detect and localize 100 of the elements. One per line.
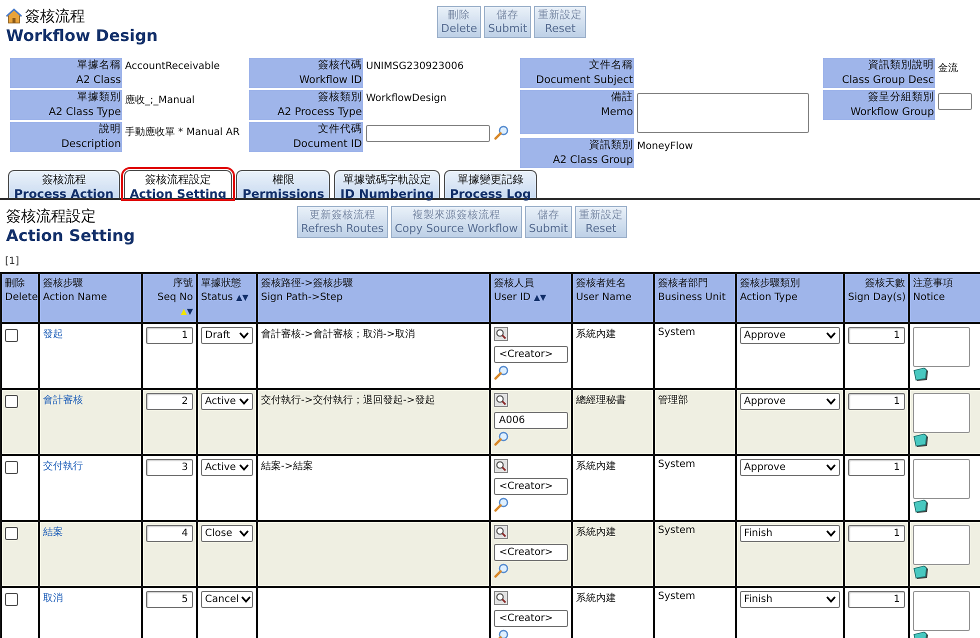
search-icon[interactable] (494, 327, 508, 341)
input-field[interactable] (366, 125, 490, 142)
seq-input[interactable]: 2 (146, 393, 193, 410)
search-icon[interactable] (494, 459, 508, 473)
column-header[interactable]: 序號 Seq No ▲▼ (142, 273, 197, 323)
search-icon[interactable] (494, 393, 508, 407)
table-cell: System (658, 459, 696, 470)
table-cell: System (658, 327, 696, 338)
field-label: 簽核代碼 Workflow ID (249, 58, 363, 88)
chevron-down-icon[interactable] (239, 332, 249, 339)
checkbox[interactable] (5, 527, 18, 540)
seq-input[interactable]: 5 (146, 591, 193, 608)
table-cell: 系統內建 (576, 461, 616, 472)
action-link[interactable]: 取消 (43, 593, 63, 604)
notice-field[interactable] (913, 459, 970, 499)
notice-field[interactable] (913, 591, 970, 631)
toolbar-button[interactable]: 儲存 Submit (524, 206, 572, 238)
checkbox[interactable] (5, 329, 18, 342)
chevron-down-icon[interactable] (240, 596, 251, 603)
status-dropdown[interactable]: Cancel (201, 591, 253, 608)
chevron-down-icon[interactable] (239, 464, 249, 471)
book-icon[interactable] (913, 367, 929, 382)
field-label: 資訊類別 A2 Class Group (520, 138, 634, 168)
action-type-dropdown[interactable]: Finish (740, 591, 840, 608)
column-header: 簽核步驟類別 Action Type (736, 273, 844, 323)
input-field[interactable] (938, 93, 972, 110)
page-link[interactable]: [1] (0, 256, 980, 272)
tab[interactable]: 簽核流程設定 Action Setting (124, 170, 232, 198)
seq-input[interactable]: 1 (146, 327, 193, 344)
book-icon[interactable] (913, 565, 929, 580)
home-icon[interactable] (6, 8, 22, 24)
status-dropdown[interactable]: Close (201, 525, 253, 542)
tab[interactable]: 簽核流程 Process Action (8, 170, 120, 198)
page-title: Workflow Design (6, 26, 159, 46)
chevron-down-icon[interactable] (826, 596, 836, 603)
status-dropdown[interactable]: Active (201, 459, 253, 476)
user-id-field[interactable]: <Creator> (494, 544, 568, 561)
toolbar-button[interactable]: 複製來源簽核流程 Copy Source Workflow (390, 206, 522, 238)
field-label: 備註 Memo (520, 90, 634, 134)
checkbox[interactable] (5, 461, 18, 474)
table-cell: 系統內建 (576, 593, 616, 604)
toolbar-button[interactable]: 刪除 Delete (437, 6, 482, 38)
field-label: 資訊類別說明 Class Group Desc (823, 58, 935, 88)
table-cell: 會計審核->會計審核；取消->取消 (261, 329, 415, 340)
action-type-dropdown[interactable]: Approve (740, 393, 840, 410)
status-dropdown[interactable]: Active (201, 393, 253, 410)
column-header[interactable]: 簽核人員 User ID ▲▼ (490, 273, 572, 323)
seq-input[interactable]: 3 (146, 459, 193, 476)
search-icon[interactable] (494, 525, 508, 539)
chevron-down-icon[interactable] (826, 398, 836, 405)
action-link[interactable]: 交付執行 (43, 461, 83, 472)
column-header: 刪除 Delete (1, 273, 39, 323)
section-title: Action Setting (6, 226, 136, 246)
user-id-field[interactable]: <Creator> (494, 610, 568, 627)
memo-field[interactable] (637, 93, 809, 133)
table-cell: 管理部 (658, 395, 688, 406)
field-value: 金流 (938, 62, 958, 75)
chevron-down-icon[interactable] (826, 464, 836, 471)
book-icon[interactable] (913, 433, 929, 448)
field-label: 單據類別 A2 Class Type (10, 90, 122, 120)
status-dropdown[interactable]: Draft (201, 327, 253, 344)
action-type-dropdown[interactable]: Approve (740, 327, 840, 344)
chevron-down-icon[interactable] (826, 332, 836, 339)
field-value: UNIMSG230923006 (366, 61, 464, 72)
chevron-down-icon[interactable] (826, 530, 836, 537)
notice-field[interactable] (913, 525, 970, 565)
notice-field[interactable] (913, 327, 970, 367)
checkbox[interactable] (5, 395, 18, 408)
notice-field[interactable] (913, 393, 970, 433)
toolbar-button[interactable]: 更新簽核流程 Refresh Routes (297, 206, 388, 238)
toolbar-button[interactable]: 儲存 Submit (484, 6, 532, 38)
chevron-down-icon[interactable] (239, 530, 249, 537)
book-icon[interactable] (913, 499, 929, 514)
user-id-field[interactable]: <Creator> (494, 346, 568, 363)
toolbar-button[interactable]: 重新設定 Reset (534, 6, 586, 38)
user-id-field[interactable]: A006 (494, 412, 568, 429)
column-header[interactable]: 單據狀態 Status ▲▼ (197, 273, 257, 323)
days-input[interactable]: 1 (848, 525, 905, 542)
days-input[interactable]: 1 (848, 591, 905, 608)
checkbox[interactable] (5, 593, 18, 606)
action-type-dropdown[interactable]: Finish (740, 525, 840, 542)
action-type-dropdown[interactable]: Approve (740, 459, 840, 476)
action-link[interactable]: 結案 (43, 527, 63, 538)
table-cell: 交付執行->交付執行；退回發起->發起 (261, 395, 435, 406)
seq-input[interactable]: 4 (146, 525, 193, 542)
field-label: 簽呈分組類別 Workflow Group (823, 90, 935, 120)
column-header: 簽核天數 Sign Day(s) (844, 273, 909, 323)
action-link[interactable]: 會計審核 (43, 395, 83, 406)
column-header: 簽核步驟 Action Name (39, 273, 142, 323)
user-id-field[interactable]: <Creator> (494, 478, 568, 495)
days-input[interactable]: 1 (848, 459, 905, 476)
days-input[interactable]: 1 (848, 327, 905, 344)
tab[interactable]: 權限 Permissions (236, 170, 330, 198)
action-link[interactable]: 發起 (43, 329, 63, 340)
toolbar-button[interactable]: 重新設定 Reset (574, 206, 627, 238)
chevron-down-icon[interactable] (239, 398, 249, 405)
search-icon[interactable] (494, 591, 508, 605)
field-label: 文件名稱 Document Subject (520, 58, 634, 88)
days-input[interactable]: 1 (848, 393, 905, 410)
field-label: 說明 Description (10, 122, 122, 152)
